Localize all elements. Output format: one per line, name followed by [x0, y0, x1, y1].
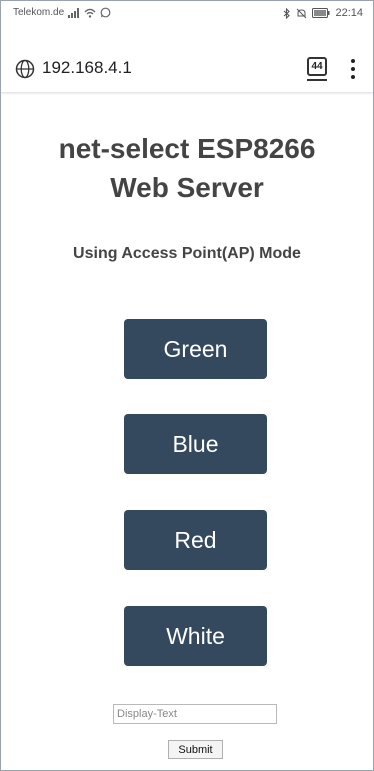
phone-screen: Telekom.de 22:14 192.168.4.1 44 net-sele… — [0, 0, 374, 771]
signal-icon — [68, 7, 80, 18]
url-field[interactable]: 192.168.4.1 — [42, 58, 132, 78]
page-subtitle: Using Access Point(AP) Mode — [73, 245, 301, 262]
title-line-2: Web Server — [110, 172, 264, 203]
bluetooth-icon — [283, 7, 291, 19]
carrier-name: Telekom.de — [13, 7, 65, 18]
wifi-icon — [84, 8, 96, 18]
tab-count: 44 — [311, 61, 323, 72]
red-button[interactable]: Red — [124, 510, 267, 570]
mute-icon — [296, 8, 307, 19]
blue-button[interactable]: Blue — [124, 414, 267, 474]
title-line-1: net-select ESP8266 — [58, 133, 316, 164]
status-left: Telekom.de — [13, 7, 111, 18]
tab-switcher-button[interactable]: 44 — [307, 57, 327, 76]
globe-icon — [15, 59, 35, 79]
tab-switcher-underline — [307, 79, 327, 81]
status-right: 22:14 — [283, 7, 363, 19]
battery-icon — [312, 8, 330, 18]
white-button[interactable]: White — [124, 606, 267, 666]
clock: 22:14 — [335, 7, 363, 19]
more-options-icon[interactable] — [345, 57, 361, 81]
whatsapp-icon — [100, 7, 111, 18]
page-title: net-select ESP8266 Web Server — [1, 129, 373, 207]
submit-button[interactable]: Submit — [168, 740, 223, 759]
status-bar: Telekom.de 22:14 — [1, 1, 373, 27]
display-text-input[interactable] — [113, 704, 277, 724]
browser-toolbar: 192.168.4.1 44 — [1, 27, 373, 93]
green-button[interactable]: Green — [124, 319, 267, 379]
